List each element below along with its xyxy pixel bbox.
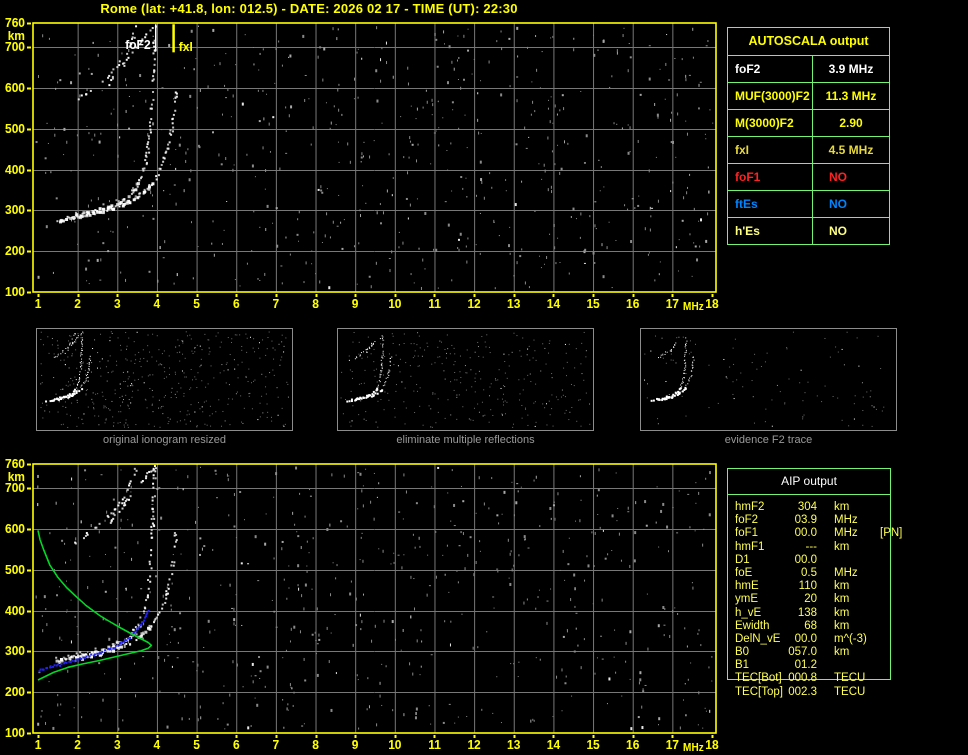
aip-row: TEC[Top] 002.3 TECU <box>735 686 905 699</box>
aip-cell: Ewidth <box>735 619 770 632</box>
autoscala-row-value: NO <box>829 197 847 211</box>
autoscala-row: fxI 4.5 MHz <box>728 137 889 164</box>
aip-row: foE 0.5 MHz <box>735 567 905 580</box>
aip-cell: TEC[Top] <box>735 685 783 698</box>
aip-cell: 01.2 <box>794 659 817 672</box>
aip-cell: m^(-3) <box>834 632 867 645</box>
thumbnail-caption: original ionogram resized <box>103 434 226 446</box>
aip-cell: B1 <box>735 659 750 672</box>
aip-row: Ewidth 68 km <box>735 620 905 633</box>
aip-cell: 138 <box>797 606 817 619</box>
aip-cell: 20 <box>804 593 817 606</box>
autoscala-table-header: AUTOSCALA output <box>728 28 889 56</box>
autoscala-row-label: foF1 <box>728 164 813 190</box>
aip-cell: [PN] <box>880 527 903 540</box>
aip-row: hmE 110 km <box>735 580 905 593</box>
aip-cell: TECU <box>834 672 866 685</box>
aip-cell: D1 <box>735 553 750 566</box>
autoscala-row-value: 11.3 MHz <box>825 89 877 103</box>
aip-cell: foE <box>735 566 753 579</box>
thumbnail-eliminate-multiple-reflections <box>337 328 594 431</box>
autoscala-table-rows: foF2 3.9 MHz MUF(3000)F2 11.3 MHz M(3000)F2 2… <box>728 56 889 244</box>
aip-cell: km <box>834 606 850 619</box>
aip-cell: km <box>834 540 850 553</box>
aip-row: ymE 20 km <box>735 593 905 606</box>
aip-cell: km <box>834 646 850 659</box>
aip-cell: km <box>834 501 850 513</box>
aip-cell: 304 <box>797 501 817 513</box>
autoscala-row-value: NO <box>829 224 847 238</box>
autoscala-row-label: ftEs <box>728 191 813 217</box>
aip-row: foF1 00.0 MHz [PN] <box>735 527 905 540</box>
aip-cell: 00.0 <box>794 527 817 540</box>
autoscala-row: ftEs NO <box>728 191 889 218</box>
thumbnail-caption: eliminate multiple reflections <box>396 434 535 446</box>
aip-row: DelN_vE 00.0 m^(-3) <box>735 633 905 646</box>
autoscala-row-label: MUF(3000)F2 <box>728 83 813 109</box>
aip-row: B0 057.0 km <box>735 646 905 659</box>
aip-cell: MHz <box>834 514 858 527</box>
aip-row: hmF1 --- km <box>735 541 905 554</box>
autoscala-row-label: foF2 <box>728 56 813 82</box>
ionogram-top-canvas <box>0 16 730 312</box>
autoscala-row: foF1 NO <box>728 164 889 191</box>
aip-cell: h_vE <box>735 606 762 619</box>
autoscala-row: MUF(3000)F2 11.3 MHz <box>728 83 889 110</box>
aip-cell <box>834 554 874 567</box>
aip-cell: 000.8 <box>788 672 817 685</box>
aip-row: TEC[Bot] 000.8 TECU <box>735 672 905 685</box>
aip-cell: 057.0 <box>788 646 817 659</box>
aip-row: h_vE 138 km <box>735 607 905 620</box>
aip-cell <box>834 659 874 672</box>
aip-cell: MHz <box>834 566 858 579</box>
aip-table-rows: hmF2 304 km foF2 03.9 MHz foF1 00.0 MHz [PN] hmF1 -… <box>735 501 905 699</box>
thumbnail-evidence-F2-trace <box>640 328 897 431</box>
autoscala-row-label: fxI <box>728 137 813 163</box>
aip-cell: --- <box>805 540 818 553</box>
ionogram-bottom-canvas <box>0 457 730 753</box>
aip-row: B1 01.2 <box>735 659 905 672</box>
aip-cell: MHz <box>834 527 858 540</box>
aip-cell: 00.0 <box>794 632 817 645</box>
aip-cell: km <box>834 580 850 593</box>
autoscala-row-value: 3.9 MHz <box>828 62 874 76</box>
autoscala-output-table: AUTOSCALA output foF2 3.9 MHz MUF(3000)F2 1… <box>727 27 890 245</box>
aip-cell: 03.9 <box>794 514 817 527</box>
thumbnail-original-ionogram-resized <box>36 328 293 431</box>
aip-cell: 68 <box>804 619 817 632</box>
aip-cell: DelN_vE <box>735 632 781 645</box>
aip-cell: 0.5 <box>801 566 817 579</box>
aip-row: hmF2 304 km <box>735 501 905 514</box>
aip-row: D1 00.0 <box>735 554 905 567</box>
autoscala-row-label: h'Es <box>728 218 813 244</box>
aip-cell: TEC[Bot] <box>735 672 782 685</box>
aip-row: foF2 03.9 MHz <box>735 514 905 527</box>
aip-cell: foF2 <box>735 514 759 527</box>
aip-cell: 002.3 <box>788 685 817 698</box>
aip-cell: km <box>834 593 850 606</box>
autoscala-row-value: NO <box>829 170 847 184</box>
aip-table-header: AIP output <box>728 469 890 495</box>
aip-cell: hmE <box>735 580 759 593</box>
aip-cell: 110 <box>798 580 817 593</box>
aip-cell: hmF1 <box>735 540 765 553</box>
autoscala-row-value: 2.90 <box>839 116 863 130</box>
autoscala-row: h'Es NO <box>728 218 889 244</box>
thumbnail-caption: evidence F2 trace <box>724 434 813 446</box>
aip-cell: km <box>834 619 850 632</box>
aip-cell: TECU <box>834 685 866 698</box>
aip-cell: 00.0 <box>794 553 817 566</box>
autoscala-row-value: 4.5 MHz <box>828 143 874 157</box>
aip-cell: hmF2 <box>735 501 765 513</box>
autoscala-row: M(3000)F2 2.90 <box>728 110 889 137</box>
aip-cell: B0 <box>735 646 750 659</box>
aip-cell: foF1 <box>735 527 759 540</box>
aip-cell: ymE <box>735 593 758 606</box>
autoscala-row-label: M(3000)F2 <box>728 110 813 136</box>
window-title: Rome (lat: +41.8, lon: 012.5) - DATE: 20… <box>100 1 518 16</box>
autoscala-row: foF2 3.9 MHz <box>728 56 889 83</box>
